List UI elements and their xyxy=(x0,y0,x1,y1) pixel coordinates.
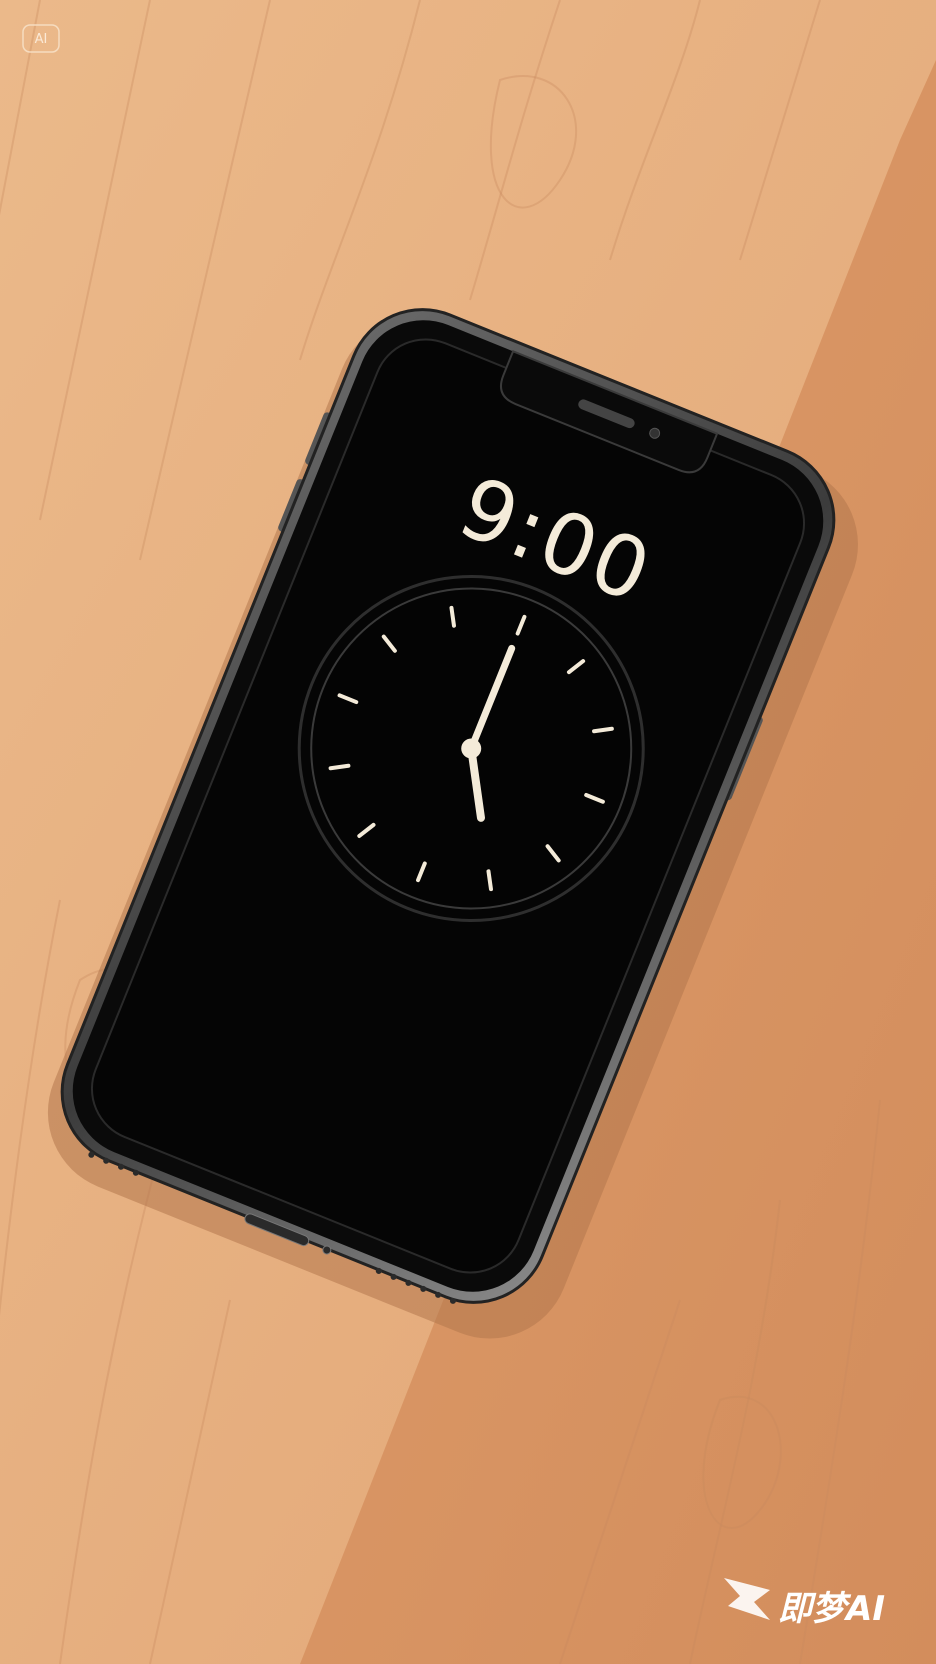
watermark-text: 即梦AI xyxy=(778,1589,885,1629)
scene: AI 9:00 即梦AI xyxy=(0,0,936,1664)
ai-badge-label: AI xyxy=(35,32,48,47)
